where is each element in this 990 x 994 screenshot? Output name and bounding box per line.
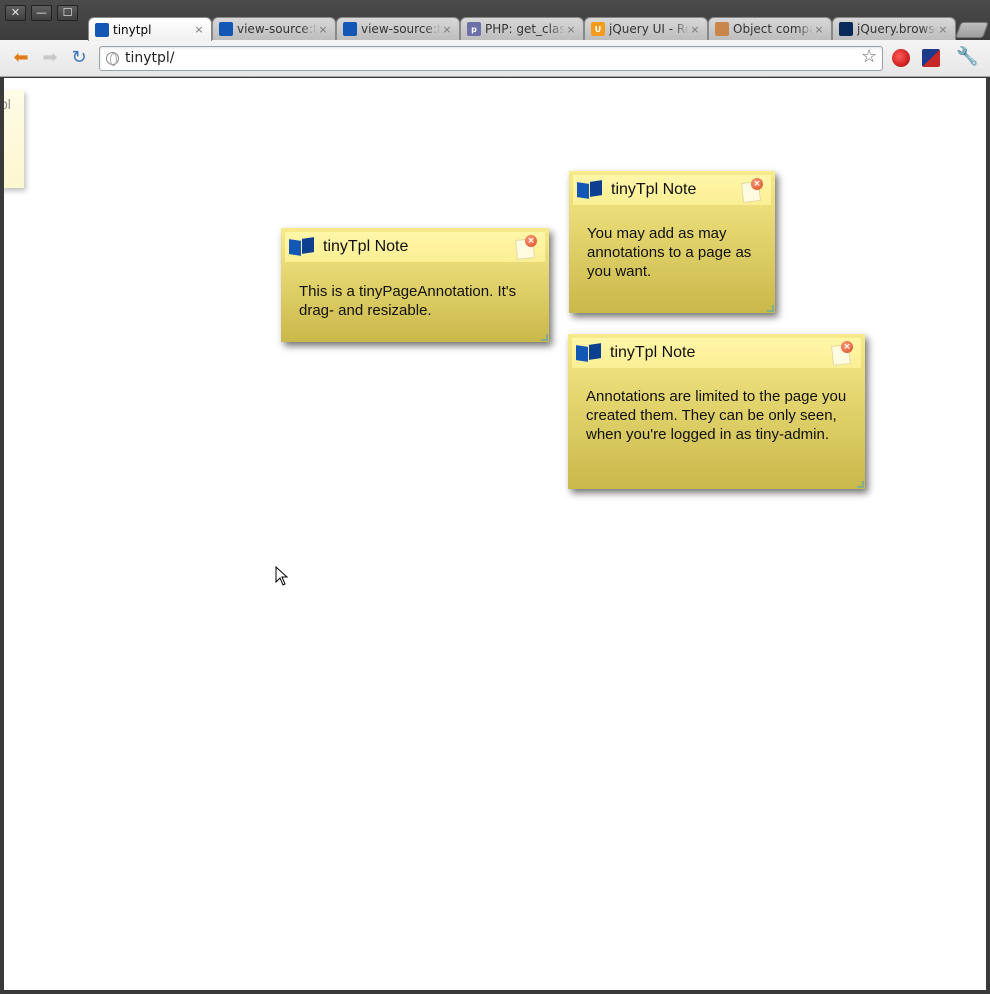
page-content: pl tinyTpl Note × This is a tinyPageAnno… — [4, 78, 986, 990]
note-title: tinyTpl Note — [323, 238, 409, 255]
resize-handle-icon[interactable] — [857, 481, 864, 488]
window-minimize-button[interactable]: — — [31, 5, 52, 21]
book-icon — [289, 237, 315, 257]
mouse-cursor-icon — [275, 566, 289, 586]
note-controls: × — [831, 341, 855, 366]
globe-icon — [106, 52, 119, 66]
tab-close-icon[interactable]: × — [441, 23, 453, 36]
note-header[interactable]: tinyTpl Note × — [285, 232, 545, 262]
note-close-icon[interactable]: × — [525, 235, 537, 247]
note-close-icon[interactable]: × — [751, 178, 763, 190]
note-body: You may add as may annotations to a page… — [587, 225, 752, 280]
new-tab-button[interactable] — [955, 22, 989, 38]
jqueryui-icon: U — [591, 22, 605, 36]
note-close-icon[interactable]: × — [841, 341, 853, 353]
note-title: tinyTpl Note — [611, 181, 697, 198]
tab-label: view-source:tiny — [361, 22, 441, 36]
wrench-menu-icon[interactable]: 🔧 — [956, 48, 978, 66]
partial-note[interactable]: pl — [4, 90, 24, 188]
bookmark-star-icon[interactable]: ☆ — [861, 48, 877, 66]
tab-jquery-browser[interactable]: jQuery.browser × — [832, 17, 956, 40]
tab-close-icon[interactable]: × — [813, 23, 825, 36]
tab-label: PHP: get_class — [485, 22, 565, 36]
note-controls: × — [515, 235, 539, 260]
tab-label: jQuery.browser — [857, 22, 937, 36]
browser-toolbar: ⬅ ➡ ↻ tinytpl/ ☆ 🔧 — [0, 40, 990, 77]
tinytpl-icon — [219, 22, 233, 36]
tab-view-source-2[interactable]: view-source:tiny × — [336, 17, 460, 40]
tinytpl-icon — [343, 22, 357, 36]
tab-close-icon[interactable]: × — [317, 23, 329, 36]
reload-icon[interactable]: ↻ — [68, 48, 90, 68]
url-text[interactable]: tinytpl/ — [125, 50, 175, 66]
book-icon — [576, 343, 602, 363]
note-header[interactable]: tinyTpl Note × — [572, 338, 861, 368]
tab-view-source-1[interactable]: view-source:tiny × — [212, 17, 336, 40]
annotation-note-2[interactable]: tinyTpl Note × You may add as may annota… — [569, 171, 775, 313]
resize-handle-icon[interactable] — [541, 334, 548, 341]
address-bar[interactable]: tinytpl/ — [99, 46, 883, 71]
window-close-button[interactable]: ✕ — [5, 5, 26, 21]
back-icon[interactable]: ⬅ — [10, 48, 32, 68]
note-body: This is a tinyPageAnnotation. It's drag-… — [299, 283, 517, 319]
tab-close-icon[interactable]: × — [193, 23, 205, 36]
stackoverflow-icon — [715, 22, 729, 36]
window-maximize-button[interactable]: ☐ — [57, 5, 78, 21]
tab-object-compare[interactable]: Object compa × — [708, 17, 832, 40]
extension-icon[interactable] — [922, 49, 940, 67]
note-header[interactable]: tinyTpl Note × — [573, 175, 771, 205]
tab-strip: ✕ — ☐ tinytpl × view-source:tiny × view-… — [0, 0, 990, 41]
tab-label: tinytpl — [113, 22, 152, 37]
tab-label: Object compa — [733, 22, 813, 36]
tab-close-icon[interactable]: × — [565, 23, 577, 36]
adblock-extension-icon[interactable] — [892, 49, 910, 67]
annotation-note-3[interactable]: tinyTpl Note × Annotations are limited t… — [568, 334, 865, 489]
tab-jquery-ui[interactable]: U jQuery UI - Res × — [584, 17, 708, 40]
partial-note-text: pl — [4, 96, 11, 112]
note-controls: × — [741, 178, 765, 203]
tab-tinytpl[interactable]: tinytpl × — [88, 17, 212, 41]
tab-close-icon[interactable]: × — [689, 23, 701, 36]
resize-handle-icon[interactable] — [767, 305, 774, 312]
browser-window: ✕ — ☐ tinytpl × view-source:tiny × view-… — [0, 0, 990, 994]
note-title: tinyTpl Note — [610, 344, 696, 361]
php-icon: p — [467, 22, 481, 36]
forward-icon[interactable]: ➡ — [39, 48, 61, 68]
tab-close-icon[interactable]: × — [937, 23, 949, 36]
book-icon — [577, 180, 603, 200]
tab-label: jQuery UI - Res — [609, 22, 689, 36]
tab-label: view-source:tiny — [237, 22, 317, 36]
tab-php-get-class[interactable]: p PHP: get_class × — [460, 17, 584, 40]
annotation-note-1[interactable]: tinyTpl Note × This is a tinyPageAnnotat… — [281, 228, 549, 342]
tinytpl-icon — [95, 22, 109, 37]
note-body: Annotations are limited to the page you … — [586, 388, 847, 443]
jquery-icon — [839, 22, 853, 36]
